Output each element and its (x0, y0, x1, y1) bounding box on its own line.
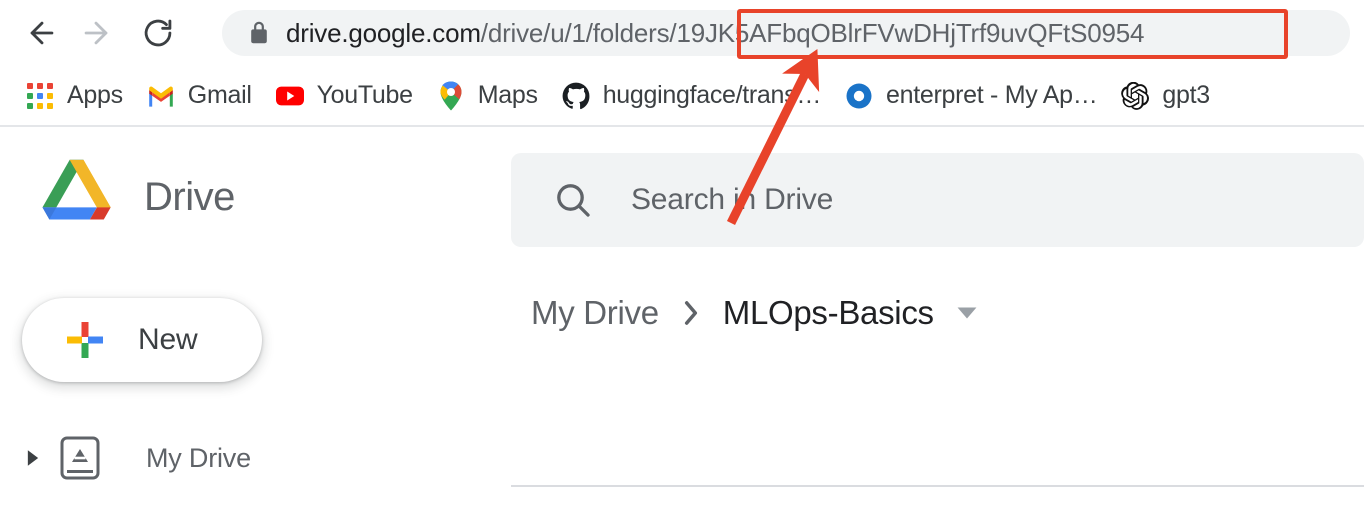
chevron-down-icon[interactable] (956, 302, 978, 324)
breadcrumb-my-drive[interactable]: My Drive (531, 294, 659, 332)
bookmark-youtube[interactable]: YouTube (264, 74, 425, 118)
drive-app: Drive Search in Drive New My Drive My Dr… (0, 128, 1364, 512)
reload-icon (141, 16, 175, 50)
apps-grid-icon (26, 82, 54, 110)
bookmark-label: Maps (477, 81, 538, 109)
openai-icon (1121, 81, 1150, 110)
breadcrumb: My Drive MLOps-Basics (531, 294, 978, 332)
sidebar-item-label: My Drive (146, 442, 251, 473)
enterpret-icon (845, 82, 873, 110)
drive-logo[interactable]: Drive (40, 156, 235, 239)
drive-header: Drive Search in Drive (0, 128, 1364, 256)
forward-button[interactable] (72, 9, 120, 57)
bookmark-gpt3[interactable]: gpt3 (1109, 74, 1221, 118)
breadcrumb-separator-icon (681, 300, 701, 326)
url-host: drive.google.com (286, 17, 481, 48)
bookmark-maps[interactable]: Maps (425, 74, 550, 118)
maps-icon (437, 81, 465, 110)
url-path: /drive/u/1/folders/ (480, 17, 677, 48)
bookmark-apps[interactable]: Apps (14, 74, 135, 118)
github-icon (562, 82, 590, 110)
youtube-icon (275, 82, 304, 110)
forward-arrow-icon (79, 16, 113, 50)
back-arrow-icon (25, 16, 59, 50)
search-icon (553, 180, 593, 220)
back-button[interactable] (18, 9, 66, 57)
drive-wordmark: Drive (144, 175, 235, 219)
lock-icon[interactable] (248, 21, 270, 45)
bookmark-label: enterpret - My Ap… (886, 81, 1098, 109)
search-placeholder: Search in Drive (631, 183, 834, 216)
new-button-label: New (138, 323, 198, 356)
content-divider (511, 485, 1364, 487)
url-text: drive.google.com/drive/u/1/folders/19JK5… (286, 18, 1144, 49)
bookmark-label: Apps (67, 81, 123, 109)
breadcrumb-current-folder[interactable]: MLOps-Basics (723, 294, 934, 332)
chevron-right-icon[interactable] (24, 449, 42, 467)
bookmark-huggingface-transformers[interactable]: huggingface/trans… (550, 74, 833, 118)
new-button[interactable]: New (22, 298, 262, 382)
bookmarks-bar: Apps Gmail YouTube Maps huggingface/tran… (0, 66, 1364, 127)
browser-chrome: drive.google.com/drive/u/1/folders/19JK5… (0, 0, 1364, 128)
drive-content: My Drive MLOps-Basics (511, 256, 1364, 512)
plus-icon (60, 315, 110, 365)
search-input[interactable]: Search in Drive (511, 153, 1364, 247)
bookmark-gmail[interactable]: Gmail (135, 74, 264, 118)
address-bar[interactable]: drive.google.com/drive/u/1/folders/19JK5… (222, 10, 1350, 56)
reload-button[interactable] (134, 9, 182, 57)
gmail-icon (147, 82, 175, 110)
bookmark-enterpret[interactable]: enterpret - My Ap… (833, 74, 1109, 118)
bookmark-label: gpt3 (1162, 81, 1210, 109)
my-drive-icon (58, 435, 102, 481)
bookmark-label: YouTube (316, 81, 413, 109)
url-folder-id: 19JK5AFbqOBlrFVwDHjTrf9uvQFtS0954 (676, 17, 1145, 48)
drive-sidebar: New My Drive (0, 256, 511, 512)
drive-triangle-icon (40, 156, 126, 239)
sidebar-item-my-drive[interactable]: My Drive (0, 428, 470, 488)
browser-window: drive.google.com/drive/u/1/folders/19JK5… (0, 0, 1364, 512)
bookmark-label: Gmail (187, 81, 252, 109)
bookmark-label: huggingface/trans… (602, 81, 822, 109)
